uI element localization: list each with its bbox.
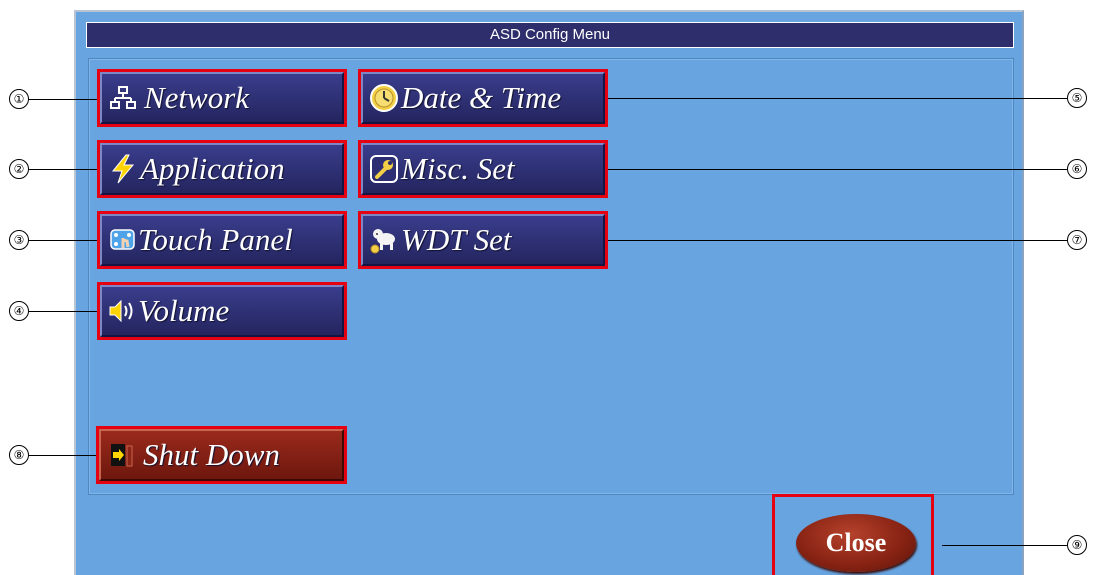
- callout-4: ④: [9, 301, 29, 321]
- touch-panel-icon: [108, 225, 138, 255]
- callout-9: ⑨: [1067, 535, 1087, 555]
- callout-5-leader: [608, 98, 1067, 99]
- exit-door-icon: [107, 440, 137, 470]
- date-time-button[interactable]: Date & Time: [358, 69, 608, 127]
- callout-7: ⑦: [1067, 230, 1087, 250]
- callout-8: ⑧: [9, 445, 29, 465]
- clock-icon: [369, 83, 399, 113]
- wdt-set-label: WDT Set: [401, 222, 512, 257]
- touch-panel-label: Touch Panel: [138, 222, 293, 257]
- dog-icon: [369, 225, 399, 255]
- callout-5: ⑤: [1067, 88, 1087, 108]
- touch-panel-button[interactable]: Touch Panel: [97, 211, 347, 269]
- shut-down-button[interactable]: Shut Down: [96, 426, 347, 484]
- callout-1-leader: [29, 99, 97, 100]
- callout-3-leader: [29, 240, 97, 241]
- callout-7-leader: [608, 240, 1067, 241]
- callout-3: ③: [9, 230, 29, 250]
- callout-4-leader: [29, 311, 97, 312]
- callout-2: ②: [9, 159, 29, 179]
- wrench-icon: [369, 154, 399, 184]
- callout-8-leader: [29, 455, 96, 456]
- close-button[interactable]: Close: [796, 514, 916, 572]
- callout-6: ⑥: [1067, 159, 1087, 179]
- window-title: ASD Config Menu: [86, 22, 1014, 48]
- volume-label: Volume: [138, 293, 230, 328]
- speaker-icon: [108, 296, 138, 326]
- callout-6-leader: [608, 169, 1067, 170]
- date-time-label: Date & Time: [401, 80, 562, 115]
- wdt-set-button[interactable]: WDT Set: [358, 211, 608, 269]
- network-icon: [108, 83, 138, 113]
- misc-set-button[interactable]: Misc. Set: [358, 140, 608, 198]
- network-label: Network: [144, 80, 250, 115]
- lightning-icon: [108, 154, 138, 184]
- callout-9-leader: [942, 545, 1067, 546]
- application-label: Application: [140, 151, 285, 186]
- volume-button[interactable]: Volume: [97, 282, 347, 340]
- callout-1: ①: [9, 89, 29, 109]
- misc-set-label: Misc. Set: [401, 151, 515, 186]
- shut-down-label: Shut Down: [143, 437, 280, 472]
- callout-2-leader: [29, 169, 97, 170]
- application-button[interactable]: Application: [97, 140, 347, 198]
- network-button[interactable]: Network: [97, 69, 347, 127]
